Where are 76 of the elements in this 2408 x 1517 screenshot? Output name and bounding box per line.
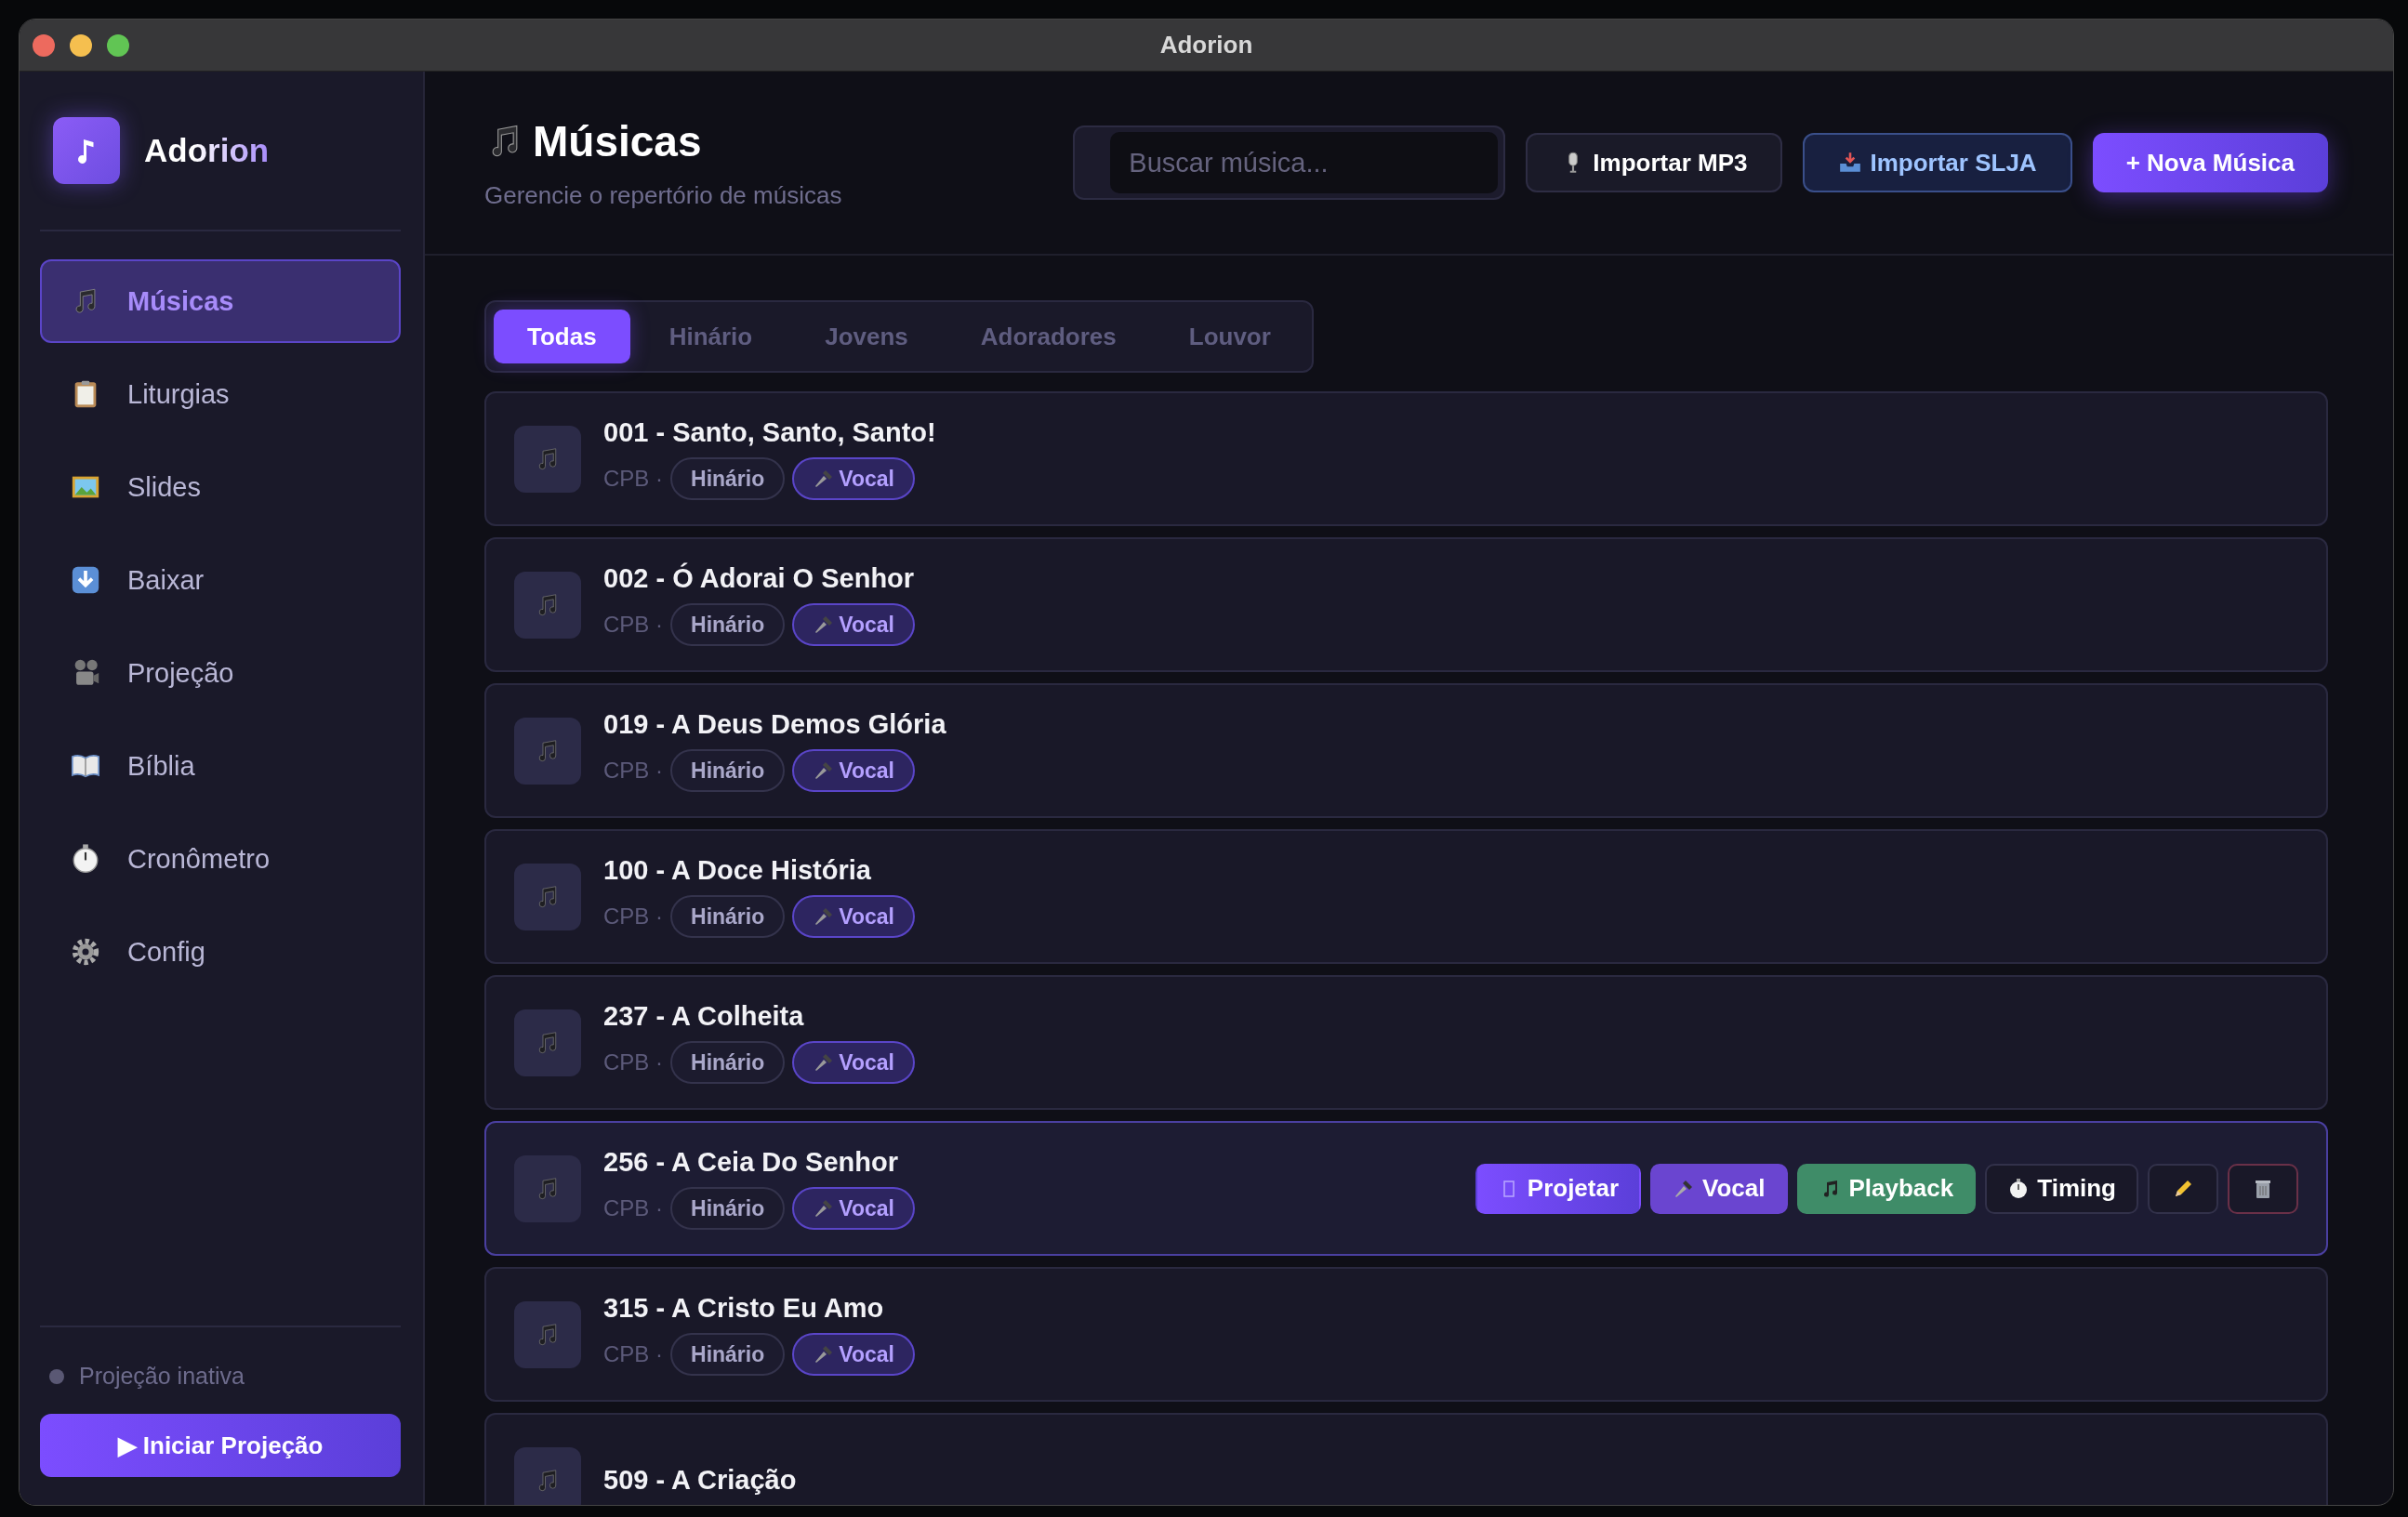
sidebar-item[interactable]: Baixar [40,538,401,622]
vocal-tag: Vocal [792,1041,915,1084]
category-tag: Hinário [670,895,786,938]
start-projection-button[interactable]: ▶ Iniciar Projeção [40,1414,401,1477]
song-music-icon [514,717,581,785]
sidebar-item[interactable]: Config [40,910,401,994]
song-title: 237 - A Colheita [603,1001,805,1032]
zoom-button[interactable] [107,34,129,57]
song-title: 100 - A Doce História [603,855,872,886]
song-title: 001 - Santo, Santo, Santo! [603,417,936,448]
vocal-tag: Vocal [792,1333,915,1376]
song-music-icon [514,863,581,930]
category-tag: Hinário [670,749,786,792]
inbox-tray-icon [1838,151,1863,175]
category-tag: Hinário [670,1041,786,1084]
category-tag: Hinário [670,603,786,646]
song-source: CPB · [603,1195,663,1221]
song-music-icon [514,571,581,639]
category-tag: Hinário [670,1187,786,1230]
song-row[interactable]: 019 - A Deus Demos Glória CPB · Hinário Vocal [484,683,2328,818]
vocal-tag: Vocal [792,749,915,792]
download-icon [70,564,101,596]
song-row[interactable]: 315 - A Cristo Eu Amo CPB · Hinário Vocal [484,1267,2328,1402]
vocal-tag: Vocal [792,895,915,938]
song-music-icon [514,1009,581,1076]
page-title: Músicas [533,115,702,166]
edit-button[interactable] [2148,1163,2218,1214]
window-title: Adorion [1159,31,1253,59]
song-row[interactable]: 002 - Ó Adorai O Senhor CPB · Hinário Vocal [484,537,2328,672]
song-music-icon [514,1446,581,1505]
timing-button[interactable]: Timing [1985,1163,2138,1214]
delete-button[interactable] [2228,1163,2298,1214]
page-subtitle: Gerencie o repertório de músicas [484,180,842,210]
song-title: 019 - A Deus Demos Glória [603,709,946,740]
search-field[interactable]: Buscar música... [1073,125,1506,200]
settings-icon [70,936,101,968]
song-source: CPB · [603,904,663,930]
song-source: CPB · [603,466,663,492]
sidebar-item[interactable]: Slides [40,445,401,529]
song-source: CPB · [603,1341,663,1367]
filter-tab[interactable]: Todas [494,310,630,363]
song-title: 315 - A Cristo Eu Amo [603,1293,885,1324]
new-song-button[interactable]: + Nova Música [2092,133,2328,192]
sidebar-item[interactable]: Cronômetro [40,817,401,901]
song-row[interactable]: 256 - A Ceia Do Senhor CPB · Hinário Vocal Projetar Vocal Playback Timing [484,1121,2328,1256]
import-mp3-button[interactable]: Importar MP3 [1526,133,1783,192]
projection-status: Projeção inativa [79,1363,245,1390]
song-music-icon [514,425,581,493]
minimize-button[interactable] [70,34,92,57]
vocal-tag: Vocal [792,457,915,500]
playback-button[interactable]: Playback [1796,1163,1977,1214]
song-source: CPB · [603,758,663,784]
vocal-tag: Vocal [792,1187,915,1230]
sidebar-item[interactable]: Projeção [40,631,401,715]
close-button[interactable] [33,34,55,57]
vocal-tag: Vocal [792,603,915,646]
import-slja-button[interactable]: Importar SLJA [1803,133,2072,192]
music-note-logo-icon [53,117,120,184]
sidebar-item[interactable]: Músicas [40,259,401,343]
song-title: 256 - A Ceia Do Senhor [603,1147,899,1178]
sidebar-item[interactable]: Bíblia [40,724,401,808]
category-tag: Hinário [670,457,786,500]
song-source: CPB · [603,1049,663,1075]
song-title: 002 - Ó Adorai O Senhor [603,563,915,594]
category-tag: Hinário [670,1333,786,1376]
song-row[interactable]: 509 - A Criação [484,1413,2328,1505]
song-row[interactable]: 100 - A Doce História CPB · Hinário Vocal [484,829,2328,964]
song-music-icon [514,1154,581,1222]
song-title: 509 - A Criação [603,1465,797,1496]
song-row[interactable]: 237 - A Colheita CPB · Hinário Vocal [484,975,2328,1110]
project-button[interactable]: Projetar [1475,1163,1642,1214]
song-music-icon [514,1300,581,1368]
vocal-button[interactable]: Vocal [1650,1163,1788,1214]
song-source: CPB · [603,612,663,638]
song-row[interactable]: 001 - Santo, Santo, Santo! CPB · Hinário Vocal [484,391,2328,526]
sidebar-item[interactable]: Liturgias [40,352,401,436]
